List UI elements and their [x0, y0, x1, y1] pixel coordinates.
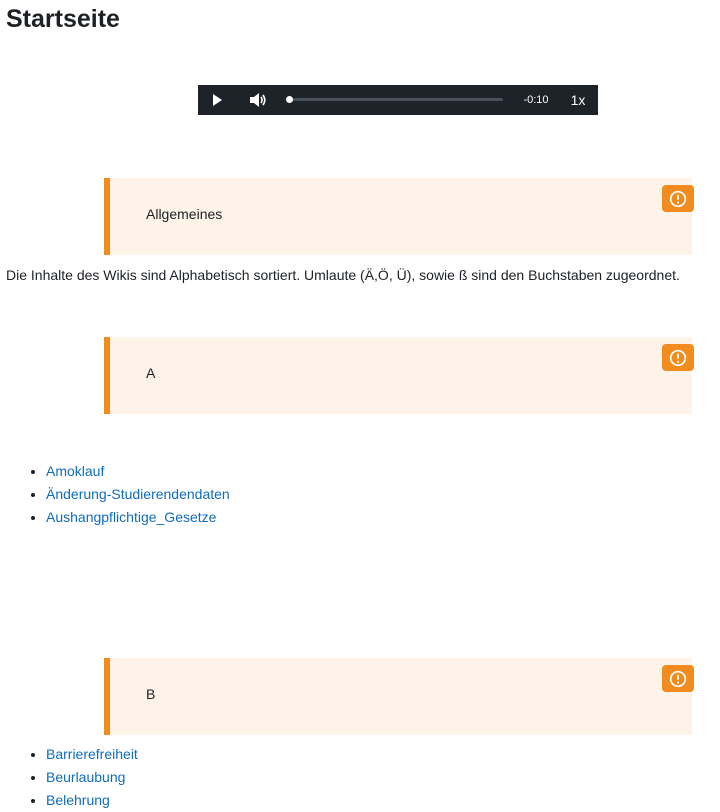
wiki-link-amoklauf[interactable]: Amoklauf	[46, 463, 104, 479]
progress-handle[interactable]	[286, 96, 294, 103]
play-button[interactable]	[210, 93, 224, 107]
wiki-link-aenderung-studierendendaten[interactable]: Änderung-Studierendendaten	[46, 486, 230, 502]
volume-icon	[250, 93, 266, 107]
list-item: Amoklauf	[46, 460, 230, 483]
alert-circle-icon	[669, 190, 687, 208]
warning-badge[interactable]	[662, 185, 694, 212]
wiki-link-aushangpflichtige-gesetze[interactable]: Aushangpflichtige_Gesetze	[46, 509, 216, 525]
callout-label: Allgemeines	[146, 206, 223, 222]
alert-circle-icon	[669, 670, 687, 688]
play-icon	[213, 94, 222, 106]
list-item: Aushangpflichtige_Gesetze	[46, 506, 230, 529]
wiki-link-beurlaubung[interactable]: Beurlaubung	[46, 769, 125, 785]
progress-track[interactable]	[286, 96, 503, 103]
audio-player: -0:10 1x	[198, 85, 598, 115]
alert-circle-icon	[669, 349, 687, 367]
list-item: Barrierefreiheit	[46, 743, 138, 766]
volume-button[interactable]	[249, 92, 267, 108]
page-title: Startseite	[6, 5, 120, 33]
list-item: Änderung-Studierendendaten	[46, 483, 230, 506]
wiki-link-belehrung[interactable]: Belehrung	[46, 792, 110, 808]
warning-badge[interactable]	[662, 665, 694, 692]
link-list-a: Amoklauf Änderung-Studierendendaten Aush…	[24, 460, 230, 529]
callout-a: A	[104, 337, 694, 414]
intro-text: Die Inhalte des Wikis sind Alphabetisch …	[6, 267, 680, 283]
wiki-link-barrierefreiheit[interactable]: Barrierefreiheit	[46, 746, 138, 762]
callout-label: A	[146, 365, 156, 381]
link-list-b: Barrierefreiheit Beurlaubung Belehrung	[24, 743, 138, 812]
callout-label: B	[146, 686, 156, 702]
playback-rate-button[interactable]: 1x	[566, 91, 590, 109]
callout-allgemeines: Allgemeines	[104, 178, 694, 255]
callout-b: B	[104, 658, 694, 735]
time-remaining: -0:10	[523, 94, 549, 106]
warning-badge[interactable]	[662, 344, 694, 371]
list-item: Belehrung	[46, 789, 138, 812]
list-item: Beurlaubung	[46, 766, 138, 789]
